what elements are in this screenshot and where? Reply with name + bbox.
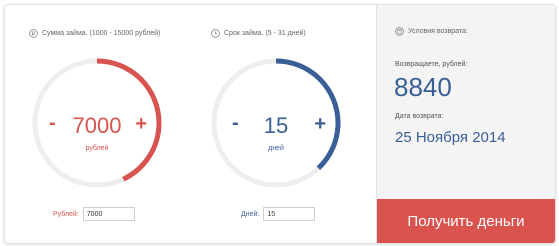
amount-unit: рублей [85, 145, 109, 152]
get-money-button[interactable]: Получить деньги [377, 199, 555, 243]
ruble-icon: ₽ [29, 29, 38, 38]
term-header-text: Срок займа. (5 - 31 дней) [224, 30, 306, 37]
loan-calculator: ₽ Сумма займа. (1000 - 15000 рублей) - 7… [4, 4, 556, 244]
term-field: Дней: [241, 207, 316, 221]
summary-header-text: Условия возврата: [408, 28, 468, 35]
term-unit: дней [268, 145, 284, 152]
svg-text:₽: ₽ [32, 32, 36, 38]
return-value: 8840 [394, 72, 452, 102]
amount-dial[interactable]: - 7000 + рублей [31, 57, 163, 189]
amount-plus-button[interactable]: + [135, 114, 147, 134]
summary-panel: Условия возврата: Возвращаете, рублей: 8… [376, 5, 555, 243]
term-dial[interactable]: - 15 + дней [210, 57, 342, 189]
amount-field: Рублей: [53, 207, 135, 221]
clock-icon [211, 29, 220, 38]
term-field-label: Дней: [241, 210, 260, 218]
summary-header: Условия возврата: [395, 27, 468, 36]
return-label: Возвращаете, рублей: [395, 61, 468, 68]
term-input[interactable] [263, 207, 316, 221]
amount-header-text: Сумма займа. (1000 - 15000 рублей) [42, 30, 161, 37]
amount-header: ₽ Сумма займа. (1000 - 15000 рублей) [29, 29, 160, 38]
date-value: 25 Ноября 2014 [395, 129, 506, 146]
calculator-icon [395, 27, 404, 36]
term-header: Срок займа. (5 - 31 дней) [211, 29, 306, 38]
term-plus-button[interactable]: + [314, 114, 326, 134]
amount-input[interactable] [82, 207, 135, 221]
amount-field-label: Рублей: [53, 210, 79, 218]
date-label: Дата возврата: [395, 113, 444, 120]
